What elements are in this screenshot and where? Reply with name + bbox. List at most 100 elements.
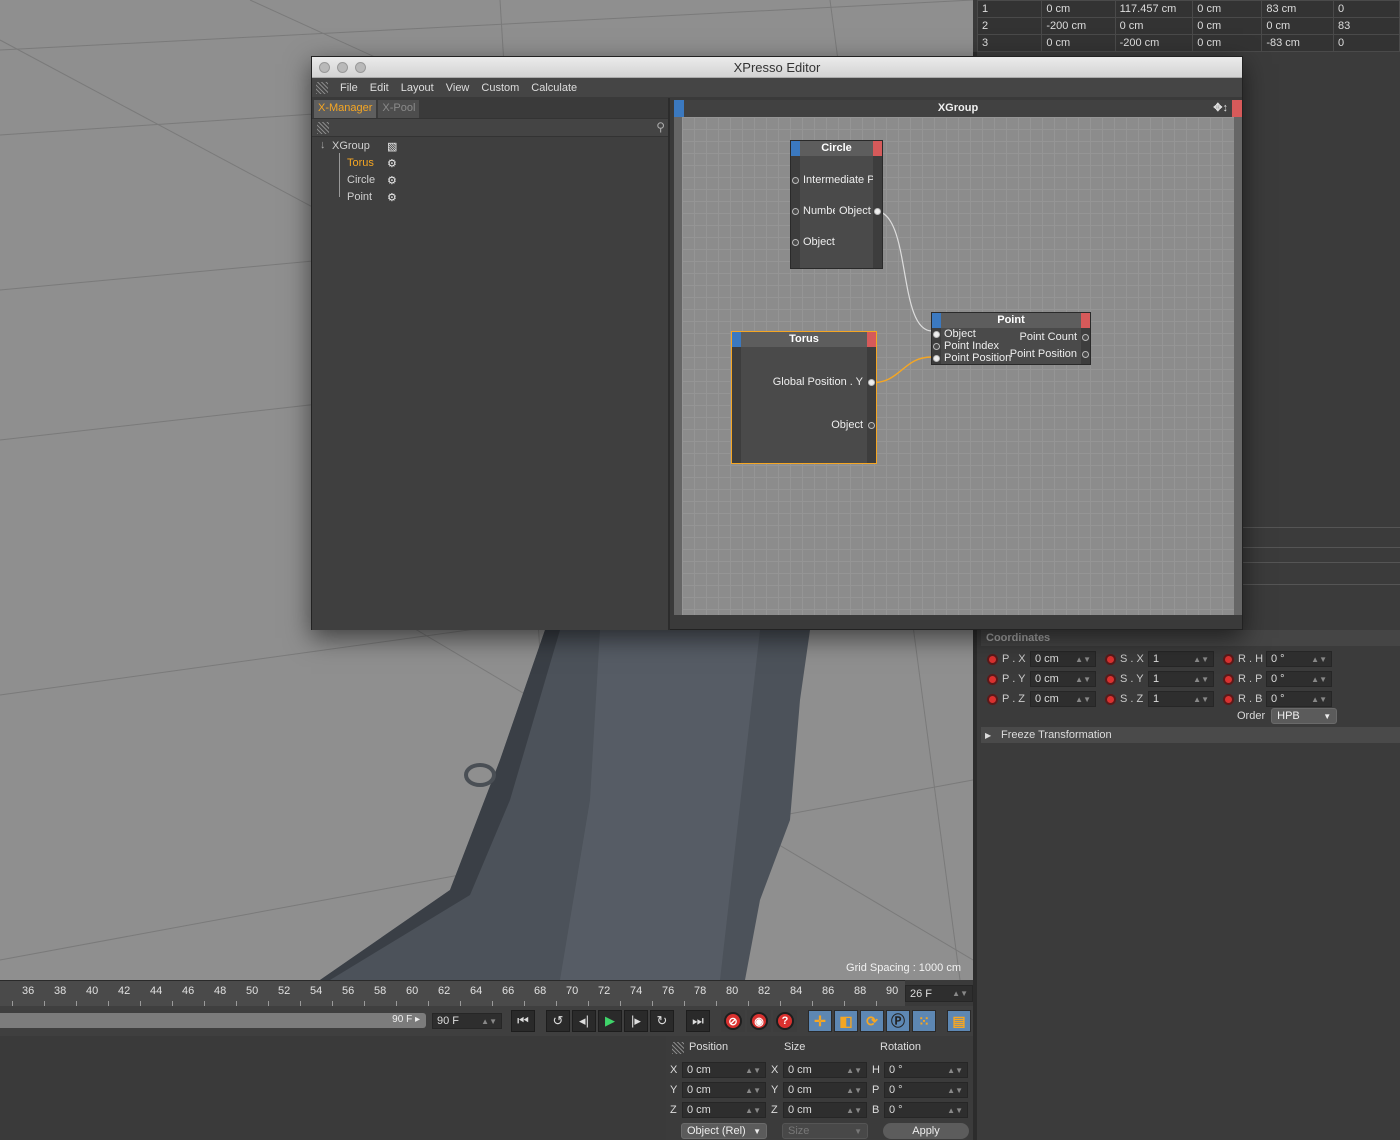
tree-item-torus[interactable]: Torus (347, 157, 374, 169)
coord-manager-field[interactable]: 0 cm ▲▼ (783, 1102, 867, 1118)
structure-table[interactable]: 10 cm 117.457 cm 0 cm 83 cm 0 2 -200 cm 0 cm 0 c… (976, 0, 1400, 52)
previous-key-button[interactable]: ↺ (546, 1010, 570, 1032)
record-parameter-button[interactable]: Ⓟ (886, 1010, 910, 1032)
record-rotation-button[interactable]: ⟳ (860, 1010, 884, 1032)
port-dot[interactable] (874, 208, 881, 215)
coordinate-field[interactable]: 1 ▲▼ (1148, 671, 1214, 687)
keyframe-radio-icon[interactable] (1105, 673, 1116, 685)
order-dropdown[interactable]: HPB ▼ (1271, 708, 1338, 724)
menu-edit[interactable]: Edit (370, 82, 389, 94)
table-cell[interactable]: 117.457 cm (1114, 0, 1194, 18)
scheme-settings-button[interactable]: ▤ (947, 1010, 971, 1032)
port-dot[interactable] (868, 379, 875, 386)
coordinate-field[interactable]: 0 cm ▲▼ (1030, 671, 1096, 687)
menu-file[interactable]: File (340, 82, 358, 94)
keyframe-radio-icon[interactable] (1223, 653, 1234, 665)
close-window-button[interactable] (319, 62, 330, 73)
go-to-start-button[interactable]: ⏮ (511, 1010, 535, 1032)
node-circle[interactable]: Circle Intermediate Po Numbe Object Obje… (790, 140, 883, 269)
keyframe-radio-icon[interactable] (987, 653, 998, 665)
move-zoom-icon[interactable]: ✥↕ (1213, 100, 1228, 117)
table-cell[interactable]: 1 (976, 0, 1043, 18)
keyframe-radio-icon[interactable] (987, 673, 998, 685)
record-position-button[interactable]: ✛ (808, 1010, 832, 1032)
keyframe-selection-button[interactable]: ? (773, 1010, 797, 1032)
table-cell[interactable]: 0 (1332, 0, 1400, 18)
port-dot[interactable] (792, 208, 799, 215)
coord-manager-field[interactable]: 0 ° ▲▼ (884, 1062, 968, 1078)
table-cell[interactable]: 0 cm (1192, 34, 1263, 52)
table-cell[interactable]: 0 (1332, 34, 1400, 52)
tree-item-xgroup[interactable]: XGroup (332, 140, 370, 152)
node-point[interactable]: Point Object Point Index Point Position … (931, 312, 1091, 365)
coord-manager-field[interactable]: 0 cm ▲▼ (682, 1102, 766, 1118)
search-icon[interactable]: ⚲ (656, 120, 665, 134)
size-mode-dropdown[interactable]: Size ▼ (782, 1123, 868, 1139)
coordinate-mode-dropdown[interactable]: Object (Rel) ▼ (681, 1123, 767, 1139)
coordinate-field[interactable]: 0 ° ▲▼ (1266, 651, 1332, 667)
autokeying-button[interactable]: ◉ (747, 1010, 771, 1032)
port-dot[interactable] (1082, 351, 1089, 358)
table-cell[interactable]: -200 cm (1041, 17, 1116, 35)
next-key-button[interactable]: ↻ (650, 1010, 674, 1032)
port-dot[interactable] (1082, 334, 1089, 341)
port-dot[interactable] (933, 355, 940, 362)
tree-expand-icon[interactable]: ↓ (320, 139, 326, 151)
table-row[interactable]: 30 cm -200 cm 0 cm -83 cm 0 (976, 34, 1400, 52)
timeline-ruler[interactable]: 36 38 40 42 44 46 48 50 52 54 56 58 60 62 64 66 68 70 72 74… (0, 980, 905, 1006)
table-cell[interactable]: 2 (976, 17, 1043, 35)
keyframe-radio-icon[interactable] (1105, 653, 1116, 665)
table-row[interactable]: 10 cm 117.457 cm 0 cm 83 cm 0 (976, 0, 1400, 18)
end-frame-field[interactable]: 90 F ▲▼ (432, 1013, 502, 1029)
record-scale-button[interactable]: ◧ (834, 1010, 858, 1032)
tree-item-point[interactable]: Point (347, 191, 372, 203)
menu-custom[interactable]: Custom (481, 82, 519, 94)
xgroup-header[interactable]: XGroup ✥↕ (674, 100, 1242, 117)
record-point-level-button[interactable]: ⁙ (912, 1010, 936, 1032)
port-dot[interactable] (792, 177, 799, 184)
coordinate-field[interactable]: 1 ▲▼ (1148, 651, 1214, 667)
coordinate-field[interactable]: 1 ▲▼ (1148, 691, 1214, 707)
coordinate-field[interactable]: 0 ° ▲▼ (1266, 671, 1332, 687)
node-torus[interactable]: Torus Global Position . Y Object (731, 331, 877, 464)
coord-manager-field[interactable]: 0 cm ▲▼ (783, 1082, 867, 1098)
apply-button[interactable]: Apply (883, 1123, 969, 1139)
tab-x-manager[interactable]: X-Manager (314, 100, 377, 118)
table-cell[interactable]: 0 cm (1192, 0, 1263, 18)
coord-manager-field[interactable]: 0 ° ▲▼ (884, 1102, 968, 1118)
menu-layout[interactable]: Layout (401, 82, 434, 94)
coordinate-field[interactable]: 0 cm ▲▼ (1030, 691, 1096, 707)
table-cell[interactable]: 83 cm (1261, 0, 1334, 18)
port-dot[interactable] (792, 239, 799, 246)
previous-frame-button[interactable]: ◂| (572, 1010, 596, 1032)
tree-item-circle[interactable]: Circle (347, 174, 375, 186)
coord-manager-field[interactable]: 0 cm ▲▼ (783, 1062, 867, 1078)
freeze-transformation-toggle[interactable]: ▶ Freeze Transformation (981, 727, 1400, 743)
coord-manager-field[interactable]: 0 ° ▲▼ (884, 1082, 968, 1098)
keyframe-radio-icon[interactable] (987, 693, 998, 705)
menu-calculate[interactable]: Calculate (531, 82, 577, 94)
table-cell[interactable]: 0 cm (1041, 34, 1116, 52)
next-frame-button[interactable]: |▸ (624, 1010, 648, 1032)
table-cell[interactable]: 0 cm (1114, 17, 1194, 35)
keyframe-radio-icon[interactable] (1105, 693, 1116, 705)
coordinate-field[interactable]: 0 ° ▲▼ (1266, 691, 1332, 707)
tab-x-pool[interactable]: X-Pool (378, 100, 420, 118)
port-dot[interactable] (933, 331, 940, 338)
coord-manager-field[interactable]: 0 cm ▲▼ (682, 1062, 766, 1078)
minimize-window-button[interactable] (337, 62, 348, 73)
port-dot[interactable] (933, 343, 940, 350)
keyframe-radio-icon[interactable] (1223, 693, 1234, 705)
zoom-window-button[interactable] (355, 62, 366, 73)
frame-range-slider[interactable]: 90 F ▸ (0, 1013, 426, 1028)
node-editor-canvas[interactable]: Circle Intermediate Po Numbe Object Obje… (674, 117, 1242, 615)
port-dot[interactable] (868, 422, 875, 429)
table-cell[interactable]: 0 cm (1261, 17, 1334, 35)
table-cell[interactable]: -83 cm (1261, 34, 1334, 52)
coord-manager-field[interactable]: 0 cm ▲▼ (682, 1082, 766, 1098)
table-row[interactable]: 2 -200 cm 0 cm 0 cm 0 cm 83 (976, 17, 1400, 35)
table-cell[interactable]: 83 (1332, 17, 1400, 35)
table-cell[interactable]: 0 cm (1192, 17, 1263, 35)
coordinate-field[interactable]: 0 cm ▲▼ (1030, 651, 1096, 667)
table-cell[interactable]: 0 cm (1041, 0, 1116, 18)
